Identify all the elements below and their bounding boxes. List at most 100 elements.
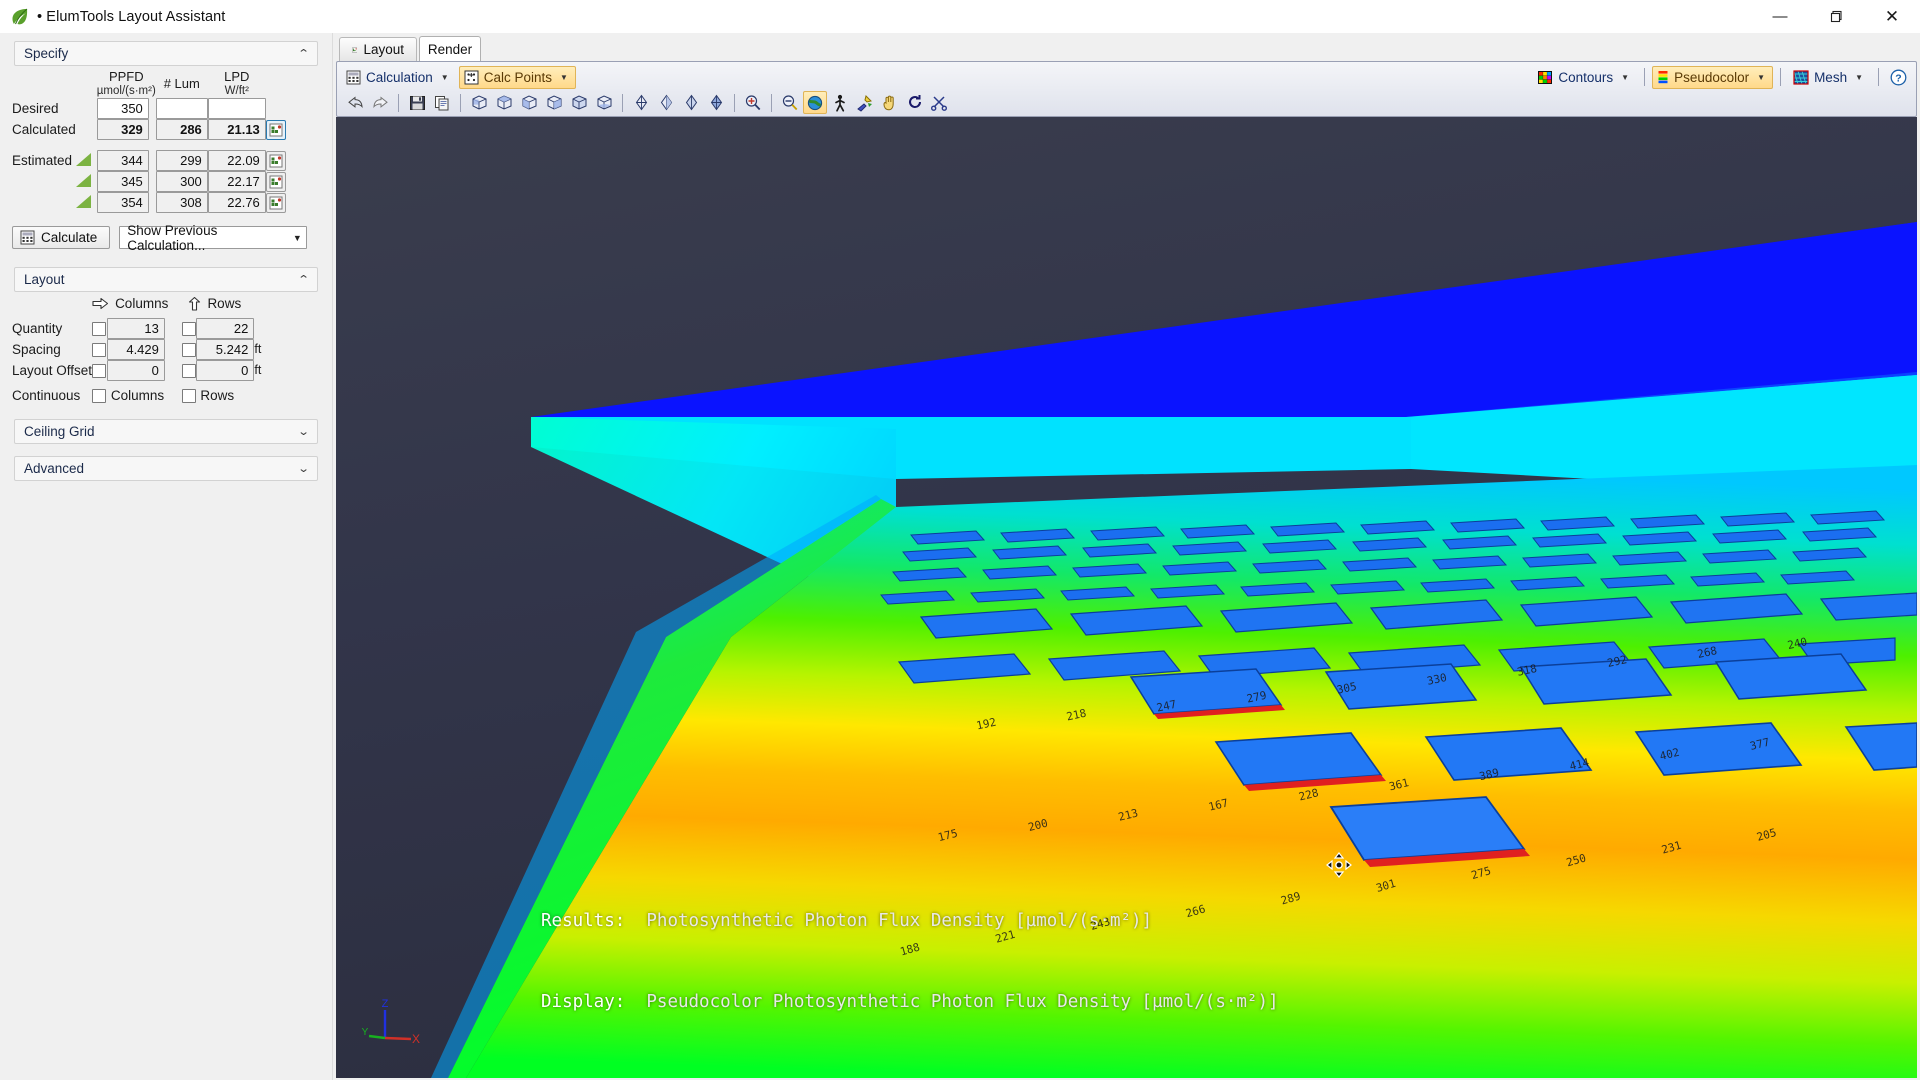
quality-triangle-icon <box>75 152 91 166</box>
section-header-specify[interactable]: Specify ⌃ <box>14 41 318 66</box>
tab-render-label: Render <box>427 42 473 57</box>
section-label-layout: Layout <box>24 272 65 287</box>
render-shaded-icon[interactable] <box>679 91 703 114</box>
offset-columns-checkbox[interactable] <box>92 363 107 378</box>
pseudocolor-button[interactable]: Pseudocolor ▼ <box>1652 65 1774 89</box>
estimated-lum-1[interactable]: 299 <box>155 150 208 171</box>
render-wire-icon[interactable] <box>629 91 653 114</box>
apply-estimated-1-button[interactable] <box>265 150 286 171</box>
toolbar-row-icons <box>343 90 952 115</box>
layout-body: Columns Rows Quantity 13 22 Spacing 4.42… <box>0 292 332 407</box>
previous-calculation-select[interactable]: Show Previous Calculation... ▼ <box>119 223 308 253</box>
tab-bar: Layout Render <box>333 33 1920 62</box>
calculation-menu-button[interactable]: Calculation ▼ <box>341 66 457 89</box>
axis-gizmo: Z X Y <box>361 998 421 1053</box>
copy-icon[interactable] <box>430 91 454 114</box>
light-probe-icon[interactable] <box>853 91 877 114</box>
estimated-ppfd-1[interactable]: 344 <box>96 150 149 171</box>
offset-columns-input[interactable]: 0 <box>106 359 165 381</box>
zoom-in-icon[interactable] <box>778 91 802 114</box>
estimated-ppfd-2[interactable]: 345 <box>96 171 149 192</box>
quantity-columns-checkbox[interactable] <box>92 321 107 336</box>
render-hidden-icon[interactable] <box>654 91 678 114</box>
estimated-ppfd-3[interactable]: 354 <box>96 192 149 213</box>
spacing-rows-checkbox[interactable] <box>182 342 197 357</box>
render-full-icon[interactable] <box>704 91 728 114</box>
chevron-up-icon: ⌃ <box>297 274 310 286</box>
render-viewport[interactable]: 175 200 213 167 228 361 389 414 402 377 188 22… <box>336 117 1917 1078</box>
estimated-lum-3[interactable]: 308 <box>155 192 208 213</box>
refresh-icon[interactable] <box>903 91 927 114</box>
spacing-rows-input[interactable]: 5.242 <box>196 338 255 360</box>
apply-estimated-2-button[interactable] <box>265 171 286 192</box>
walk-icon[interactable] <box>828 91 852 114</box>
tab-render[interactable]: Render <box>419 36 481 62</box>
apply-estimated-3-button[interactable] <box>265 192 286 213</box>
specify-row-desired: Desired 350 <box>12 98 286 119</box>
calculated-lpd-value: 21.13 <box>207 119 266 140</box>
apply-calculated-layout-button[interactable] <box>265 119 286 140</box>
minimize-button[interactable]: — <box>1752 0 1808 33</box>
chevron-down-icon: ▼ <box>1621 72 1630 82</box>
calculate-button[interactable]: Calculate <box>12 226 111 249</box>
view-side-icon[interactable] <box>542 91 566 114</box>
view-top-icon[interactable] <box>492 91 516 114</box>
continuous-rows-label: Rows <box>200 387 235 403</box>
help-icon[interactable]: ? <box>1886 66 1910 89</box>
layout-row-spacing: Spacing 4.429 5.242 ft <box>12 338 262 360</box>
view-back-icon[interactable] <box>567 91 591 114</box>
axis-label-z: Z <box>382 998 389 1010</box>
render-area: Layout Render Calculation ▼ Calc Points … <box>333 33 1920 1080</box>
estimated-lpd-3[interactable]: 22.76 <box>207 192 266 213</box>
view-iso-icon[interactable] <box>467 91 491 114</box>
pseudocolor-label: Pseudocolor <box>1674 69 1750 85</box>
spacing-columns-input[interactable]: 4.429 <box>106 338 165 360</box>
section-header-ceiling-grid[interactable]: Ceiling Grid ⌄ <box>14 419 318 445</box>
spacing-columns-checkbox[interactable] <box>92 342 107 357</box>
desired-lum-input[interactable] <box>155 98 208 119</box>
close-button[interactable]: ✕ <box>1864 0 1920 33</box>
desired-ppfd-input[interactable]: 350 <box>96 98 149 119</box>
calculator-icon <box>346 70 361 84</box>
specify-row-estimated-3: 354 308 22.76 <box>12 192 286 213</box>
continuous-columns-checkbox[interactable] <box>92 389 107 404</box>
calculator-icon <box>20 230 35 245</box>
spacing-rows-unit: ft <box>254 342 262 356</box>
mesh-button[interactable]: Mesh ▼ <box>1788 66 1871 89</box>
chevron-down-icon: ▼ <box>440 72 449 82</box>
estimated-lum-2[interactable]: 300 <box>155 171 208 192</box>
view-front-icon[interactable] <box>517 91 541 114</box>
section-header-layout[interactable]: Layout ⌃ <box>14 267 318 292</box>
continuous-columns-label: Columns <box>110 387 165 403</box>
quantity-rows-input[interactable]: 22 <box>196 317 255 339</box>
globe-orbit-icon[interactable] <box>803 91 827 114</box>
column-header-ppfd: PPFD µmol/(s·m²) <box>96 69 156 98</box>
save-icon[interactable] <box>405 91 429 114</box>
row-label-desired: Desired <box>12 101 59 116</box>
estimated-lpd-1[interactable]: 22.09 <box>207 150 266 171</box>
view-bottom-icon[interactable] <box>592 91 616 114</box>
desired-lpd-input[interactable] <box>207 98 266 119</box>
zoom-out-icon[interactable] <box>741 91 765 114</box>
pan-hand-icon[interactable] <box>878 91 902 114</box>
quality-triangle-icon <box>75 173 91 187</box>
leaf-icon <box>9 6 31 28</box>
quantity-rows-checkbox[interactable] <box>182 321 197 336</box>
quantity-columns-input[interactable]: 13 <box>106 317 165 339</box>
row-label-quantity: Quantity <box>12 320 63 336</box>
calc-points-menu-button[interactable]: Calc Points ▼ <box>458 65 576 89</box>
section-label-specify: Specify <box>24 46 69 61</box>
forward-arrow-icon[interactable] <box>368 91 392 114</box>
back-arrow-icon[interactable] <box>343 91 367 114</box>
scissors-icon[interactable] <box>928 91 952 114</box>
tab-layout[interactable]: Layout <box>339 37 417 61</box>
maximize-button[interactable] <box>1808 0 1864 33</box>
section-header-advanced[interactable]: Advanced ⌄ <box>14 456 318 482</box>
contours-button[interactable]: Contours ▼ <box>1532 66 1637 89</box>
estimated-lpd-2[interactable]: 22.17 <box>207 171 266 192</box>
offset-rows-input[interactable]: 0 <box>196 359 255 381</box>
offset-rows-checkbox[interactable] <box>182 363 197 378</box>
continuous-rows-checkbox[interactable] <box>182 389 197 404</box>
display-label: Display: <box>541 992 626 1012</box>
chevron-down-icon: ⌄ <box>297 463 310 476</box>
